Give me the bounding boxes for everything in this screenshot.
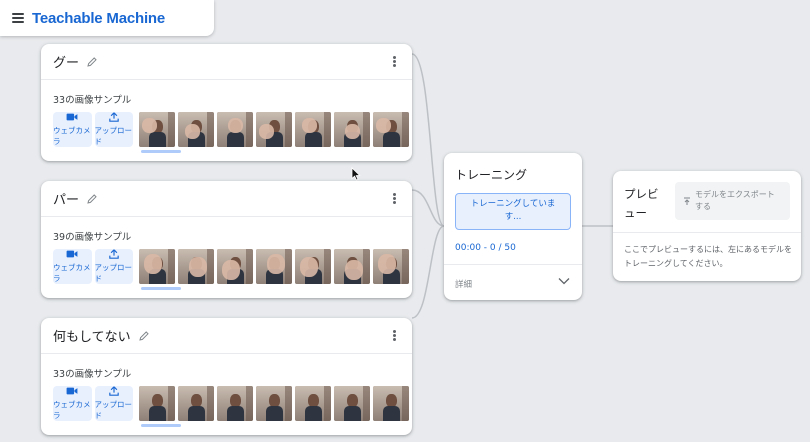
class-card-header: 何もしてない bbox=[41, 318, 412, 354]
sample-thumbnail[interactable] bbox=[295, 112, 331, 147]
upload-icon bbox=[109, 249, 119, 259]
class-name[interactable]: 何もしてない bbox=[53, 326, 131, 345]
more-options-icon[interactable] bbox=[393, 56, 396, 67]
sample-count: 33の画像サンプル bbox=[53, 369, 132, 380]
sample-thumbnail[interactable] bbox=[334, 249, 370, 284]
chevron-down-icon[interactable] bbox=[558, 277, 570, 285]
sample-thumbnail[interactable] bbox=[295, 386, 331, 421]
sample-thumbnail[interactable] bbox=[373, 112, 409, 147]
sample-thumbnail[interactable] bbox=[295, 249, 331, 284]
upload-button[interactable]: アップロード bbox=[94, 386, 133, 421]
sample-count: 33の画像サンプル bbox=[53, 95, 132, 106]
hamburger-menu-icon[interactable] bbox=[12, 13, 24, 23]
app-title: Teachable Machine bbox=[32, 9, 166, 27]
sample-thumbnail[interactable] bbox=[217, 386, 253, 421]
class-card-header: グー bbox=[41, 44, 412, 80]
train-button-label-line1: トレーニングしていま bbox=[470, 199, 556, 209]
train-model-button[interactable]: トレーニングしていま す... bbox=[455, 193, 571, 230]
thumbnail-scroll-indicator bbox=[141, 287, 181, 290]
sample-thumbnails[interactable] bbox=[139, 386, 412, 427]
sample-thumbnail[interactable] bbox=[139, 112, 175, 147]
video-camera-icon bbox=[66, 250, 78, 258]
divider bbox=[613, 232, 801, 233]
more-options-icon[interactable] bbox=[393, 193, 396, 204]
class-card-pa: パー 39の画像サンプル ウェブカメラ アップロード bbox=[41, 181, 412, 298]
upload-icon bbox=[109, 386, 119, 396]
export-icon bbox=[684, 197, 690, 205]
mouse-cursor-icon bbox=[351, 167, 361, 181]
sample-thumbnail[interactable] bbox=[334, 386, 370, 421]
webcam-button[interactable]: ウェブカメラ bbox=[53, 386, 92, 421]
export-model-button[interactable]: モデルをエクスポートする bbox=[675, 182, 790, 220]
sample-count: 39の画像サンプル bbox=[53, 232, 132, 243]
class-name[interactable]: グー bbox=[53, 52, 79, 71]
train-button-label-line2: す... bbox=[504, 212, 522, 222]
upload-icon bbox=[109, 112, 119, 122]
training-title: トレーニング bbox=[455, 168, 528, 182]
webcam-button-label: ウェブカメラ bbox=[53, 400, 91, 420]
class-card-gu: グー 33の画像サンプル ウェブカメラ アップロード bbox=[41, 44, 412, 161]
sample-thumbnail[interactable] bbox=[217, 112, 253, 147]
edit-pencil-icon[interactable] bbox=[138, 330, 150, 342]
sample-thumbnail[interactable] bbox=[256, 249, 292, 284]
video-camera-icon bbox=[66, 387, 78, 395]
class-card-header: パー bbox=[41, 181, 412, 217]
preview-message: ここでプレビューするには、左にあるモデルをトレーニングしてください。 bbox=[624, 245, 792, 268]
upload-button[interactable]: アップロード bbox=[94, 249, 133, 284]
thumbnail-scroll-indicator bbox=[141, 424, 181, 427]
upload-button-label: アップロード bbox=[94, 263, 133, 283]
edit-pencil-icon[interactable] bbox=[86, 193, 98, 205]
webcam-button[interactable]: ウェブカメラ bbox=[53, 249, 92, 284]
edit-pencil-icon[interactable] bbox=[86, 56, 98, 68]
class-card-nothing: 何もしてない 33の画像サンプル ウェブカメラ アップロード bbox=[41, 318, 412, 435]
training-card: トレーニング トレーニングしていま す... 00:00 - 0 / 50 詳細 bbox=[444, 153, 582, 300]
sample-thumbnail[interactable] bbox=[178, 249, 214, 284]
sample-thumbnail[interactable] bbox=[178, 112, 214, 147]
sample-thumbnail[interactable] bbox=[217, 249, 253, 284]
webcam-button-label: ウェブカメラ bbox=[53, 126, 91, 146]
upload-button[interactable]: アップロード bbox=[94, 112, 133, 147]
upload-button-label: アップロード bbox=[94, 400, 133, 420]
more-options-icon[interactable] bbox=[393, 330, 396, 341]
sample-thumbnail[interactable] bbox=[334, 112, 370, 147]
sample-thumbnail[interactable] bbox=[139, 386, 175, 421]
webcam-button-label: ウェブカメラ bbox=[53, 263, 91, 283]
video-camera-icon bbox=[66, 113, 78, 121]
details-label[interactable]: 詳細 bbox=[455, 278, 472, 290]
sample-thumbnail[interactable] bbox=[256, 386, 292, 421]
sample-thumbnails[interactable] bbox=[139, 249, 412, 290]
app-header: Teachable Machine bbox=[0, 0, 214, 36]
class-name[interactable]: パー bbox=[53, 189, 79, 208]
thumbnail-scroll-indicator bbox=[141, 150, 181, 153]
sample-thumbnail[interactable] bbox=[139, 249, 175, 284]
webcam-button[interactable]: ウェブカメラ bbox=[53, 112, 92, 147]
sample-thumbnails[interactable] bbox=[139, 112, 412, 153]
upload-button-label: アップロード bbox=[94, 126, 133, 146]
preview-card: プレビュー モデルをエクスポートする ここでプレビューするには、左にあるモデルを… bbox=[613, 171, 801, 281]
preview-title: プレビュー bbox=[624, 187, 659, 220]
training-progress: 00:00 - 0 / 50 bbox=[455, 243, 516, 253]
export-button-label: モデルをエクスポートする bbox=[695, 190, 775, 211]
divider bbox=[444, 264, 582, 265]
sample-thumbnail[interactable] bbox=[178, 386, 214, 421]
sample-thumbnail[interactable] bbox=[373, 249, 409, 284]
sample-thumbnail[interactable] bbox=[373, 386, 409, 421]
sample-thumbnail[interactable] bbox=[256, 112, 292, 147]
